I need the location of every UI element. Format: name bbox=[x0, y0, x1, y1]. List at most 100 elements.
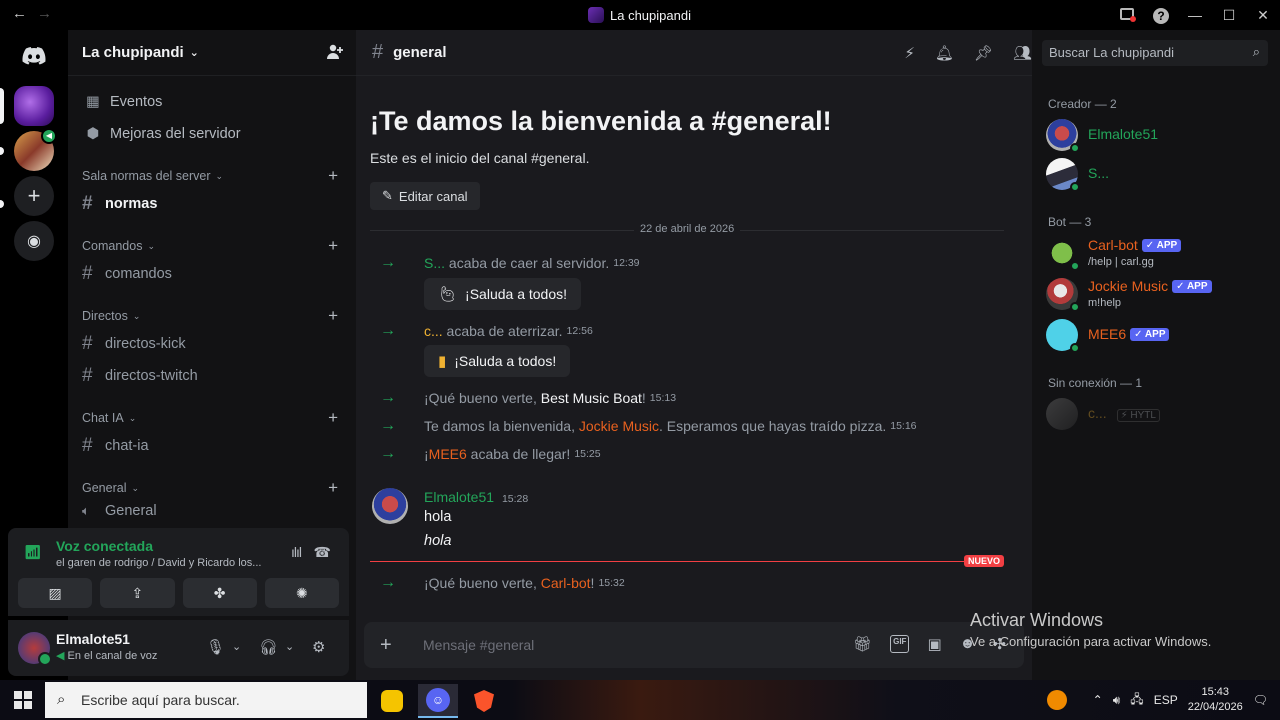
help-icon[interactable]: ? bbox=[1144, 7, 1178, 24]
timestamp: 15:28 bbox=[501, 493, 529, 505]
chevron-down-icon[interactable]: ⌄ bbox=[285, 640, 294, 653]
attach-plus-icon[interactable]: + bbox=[380, 634, 392, 657]
user-link[interactable]: Best Music Boat bbox=[541, 390, 642, 406]
volume-icon[interactable]: 🔊︎ bbox=[1113, 693, 1121, 708]
avatar[interactable] bbox=[372, 488, 408, 524]
wave-label: ¡Saluda a todos! bbox=[465, 286, 568, 302]
timestamp: 15:16 bbox=[890, 420, 917, 432]
category-comandos[interactable]: Comandos ⌄ + bbox=[68, 234, 356, 258]
noise-suppression-icon[interactable]: ılıl bbox=[291, 544, 302, 560]
channel-comandos[interactable]: # comandos bbox=[68, 258, 356, 290]
discord-home-icon[interactable] bbox=[14, 36, 54, 76]
bell-icon[interactable]: 🔔︎ bbox=[935, 44, 954, 62]
avatar bbox=[1046, 237, 1080, 271]
forward-icon[interactable]: → bbox=[37, 5, 62, 22]
add-channel-icon[interactable]: + bbox=[328, 478, 338, 498]
user-link[interactable]: S... bbox=[424, 255, 445, 271]
member-item[interactable]: Carl-bot ✓ APP /help | carl.gg bbox=[1046, 235, 1276, 271]
category-directos[interactable]: Directos ⌄ + bbox=[68, 304, 356, 328]
add-server-icon[interactable]: + bbox=[14, 176, 54, 216]
avatar[interactable] bbox=[18, 632, 52, 666]
camera-off-button[interactable]: ▨ bbox=[18, 578, 93, 608]
join-arrow-icon: → bbox=[380, 389, 396, 406]
back-icon[interactable]: ← bbox=[12, 5, 37, 22]
taskbar-search[interactable]: ⌕ Escribe aquí para buscar. bbox=[45, 682, 367, 718]
boost-link[interactable]: ⬢ Mejoras del servidor bbox=[68, 118, 356, 150]
member-item[interactable]: Jockie Music ✓ APP m!help bbox=[1046, 276, 1276, 312]
headphones-icon[interactable]: 🎧︎ bbox=[259, 638, 278, 656]
add-channel-icon[interactable]: + bbox=[328, 236, 338, 256]
screen-share-icon[interactable] bbox=[1110, 7, 1144, 23]
channel-normas[interactable]: # normas bbox=[0, 188, 356, 220]
voice-location[interactable]: el garen de rodrigo / David y Ricardo lo… bbox=[56, 557, 276, 569]
member-name: S... bbox=[1088, 165, 1110, 181]
user-link[interactable]: MEE6 bbox=[429, 446, 467, 462]
user-link[interactable]: Jockie Music bbox=[579, 418, 659, 434]
language-indicator[interactable]: ESP bbox=[1154, 693, 1178, 707]
message-input[interactable]: Mensaje #general bbox=[423, 637, 534, 653]
wave-button[interactable]: ▮ ¡Saluda a todos! bbox=[424, 345, 571, 377]
voice-status[interactable]: Voz conectada bbox=[56, 538, 153, 554]
chevron-up-icon[interactable]: ⌃ bbox=[1093, 693, 1103, 707]
boost-icon: ⬢ bbox=[86, 126, 100, 142]
server-header[interactable]: La chupipandi ⌄ bbox=[68, 30, 356, 76]
screen-share-button[interactable]: ⇪ bbox=[100, 578, 175, 608]
channel-directos-kick[interactable]: # directos-kick bbox=[68, 328, 356, 360]
start-button[interactable] bbox=[14, 691, 32, 709]
user-link[interactable]: Carl-bot bbox=[541, 575, 591, 591]
member-group-title: Bot — 3 bbox=[1048, 215, 1092, 229]
wave-button[interactable]: 🙋︎ ¡Saluda a todos! bbox=[424, 278, 582, 310]
gear-icon[interactable]: ⚙ bbox=[312, 638, 325, 656]
taskbar-app-brave[interactable] bbox=[464, 684, 504, 718]
channel-general-voice[interactable]: 🔈︎ General bbox=[68, 500, 356, 518]
member-item[interactable]: S... bbox=[1046, 156, 1276, 192]
taskbar-app-discord[interactable]: ☺ bbox=[418, 684, 458, 718]
category-general[interactable]: General ⌄ + bbox=[68, 476, 356, 500]
edit-channel-button[interactable]: ✎ Editar canal bbox=[370, 182, 480, 210]
add-channel-icon[interactable]: + bbox=[328, 166, 338, 186]
activities-button[interactable]: ✤ bbox=[182, 578, 257, 608]
hash-icon: # bbox=[82, 193, 93, 214]
app-badge: ✓ APP bbox=[1172, 280, 1212, 293]
chevron-down-icon[interactable]: ⌄ bbox=[232, 640, 241, 653]
user-link[interactable]: c... bbox=[424, 323, 443, 339]
member-item-offline[interactable]: c... ⚡︎ HYTL bbox=[1046, 396, 1276, 432]
nav-arrows: ←→ bbox=[12, 5, 62, 22]
channel-chat-ia[interactable]: # chat-ia bbox=[68, 430, 356, 462]
events-label: Eventos bbox=[110, 94, 163, 110]
network-icon[interactable]: 🖧 bbox=[1130, 690, 1143, 711]
gift-icon[interactable]: 🎁︎ bbox=[853, 635, 872, 653]
timestamp: 15:32 bbox=[598, 577, 625, 589]
soundboard-button[interactable]: ✺ bbox=[264, 578, 339, 608]
sticker-icon[interactable]: ▣ bbox=[927, 635, 941, 653]
category-chat-ia[interactable]: Chat IA ⌄ + bbox=[68, 406, 356, 430]
gif-icon[interactable]: GIF bbox=[890, 635, 910, 653]
system-message: → S... acaba de caer al servidor. 12:39 bbox=[370, 254, 640, 272]
server-icon-la-chupipandi[interactable] bbox=[14, 86, 54, 126]
member-item[interactable]: MEE6 ✓ APP bbox=[1046, 317, 1276, 353]
invite-icon[interactable] bbox=[326, 44, 344, 65]
server-icon-other[interactable]: ◀ bbox=[14, 128, 57, 171]
add-channel-icon[interactable]: + bbox=[328, 408, 338, 428]
tray-app-icon[interactable] bbox=[1046, 690, 1067, 710]
member-item[interactable]: Elmalote51 bbox=[1046, 117, 1276, 153]
notifications-icon[interactable]: 🗨︎ bbox=[1253, 693, 1268, 707]
search-input[interactable]: Buscar La chupipandi ⌕ bbox=[1042, 40, 1268, 66]
minimize-button[interactable]: — bbox=[1178, 7, 1212, 23]
events-link[interactable]: ▦ Eventos bbox=[68, 86, 356, 118]
maximize-button[interactable]: ☐ bbox=[1212, 7, 1246, 24]
pin-icon[interactable]: 📌︎ bbox=[974, 44, 993, 62]
clock[interactable]: 15:43 22/04/2026 bbox=[1188, 685, 1243, 715]
threads-icon[interactable]: ⚡︎ bbox=[904, 44, 915, 62]
taskbar-app-yellow[interactable] bbox=[372, 684, 412, 718]
microphone-icon[interactable]: 🎙︎ bbox=[206, 638, 225, 656]
explore-icon[interactable]: ◉ bbox=[14, 221, 54, 261]
category-sala-normas[interactable]: Sala normas del server ⌄ + bbox=[68, 164, 356, 188]
channel-directos-twitch[interactable]: # directos-twitch bbox=[68, 360, 356, 392]
members-icon[interactable]: 👥︎ bbox=[1013, 44, 1032, 62]
add-channel-icon[interactable]: + bbox=[328, 306, 338, 326]
disconnect-icon[interactable]: ☎︎ bbox=[314, 544, 331, 561]
author-name[interactable]: Elmalote51 bbox=[424, 489, 494, 505]
username[interactable]: Elmalote51 bbox=[56, 631, 130, 647]
close-button[interactable]: ✕ bbox=[1246, 7, 1280, 24]
